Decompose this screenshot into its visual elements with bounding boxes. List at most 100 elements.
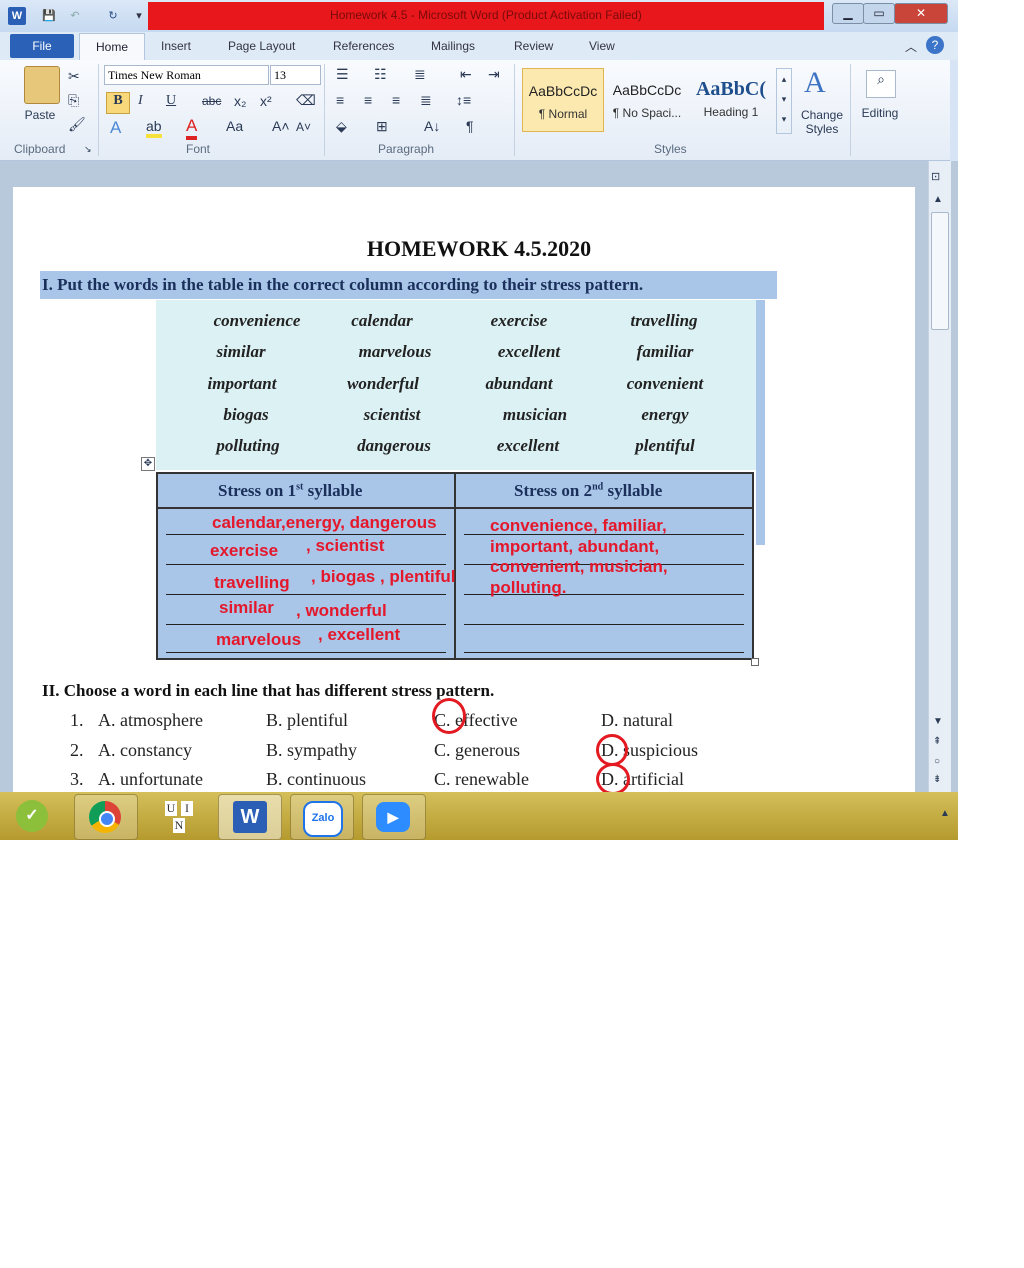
start-orb-icon[interactable]: ✓ — [16, 800, 48, 832]
unikey-letter: U — [165, 801, 177, 816]
answer-col1-line3a: travelling — [214, 573, 290, 592]
grow-font-icon[interactable]: A˄ — [272, 118, 290, 134]
word-item: scientist — [363, 405, 421, 424]
font-size-select[interactable]: 13 — [270, 65, 321, 85]
font-family-select[interactable]: Times New Roman — [104, 65, 269, 85]
answer-col1-line2b: , scientist — [306, 536, 385, 555]
word-item: important — [207, 374, 277, 393]
align-right-icon[interactable]: ≡ — [392, 92, 400, 108]
chrome-taskbar-button[interactable] — [74, 794, 138, 840]
style-normal[interactable]: AaBbCcDc ¶ Normal — [522, 68, 604, 132]
prev-page-icon[interactable]: ⇞ — [933, 736, 941, 747]
show-formatting-icon[interactable]: ¶ — [466, 118, 474, 134]
text-effects-icon[interactable]: A — [110, 118, 121, 138]
table-move-handle-icon[interactable]: ✥ — [141, 457, 155, 471]
word-item: travelling — [630, 311, 698, 330]
superscript-icon[interactable]: x² — [260, 93, 272, 109]
shading-icon[interactable]: ⬙ — [336, 118, 347, 135]
subscript-icon[interactable]: x₂ — [234, 93, 246, 109]
italic-icon[interactable]: I — [138, 93, 143, 109]
maximize-button[interactable]: ▭ — [863, 3, 895, 24]
next-page-icon[interactable]: ⇟ — [933, 774, 941, 785]
zalo-taskbar-button[interactable]: Zalo — [290, 794, 354, 840]
style-no-spacing[interactable]: AaBbCcDc ¶ No Spaci... — [606, 68, 688, 132]
style-no-spacing-preview: AaBbCcDc — [612, 82, 682, 98]
answer-col1-line4a: similar — [219, 598, 274, 617]
copy-icon[interactable]: ⎘ — [68, 92, 79, 109]
shrink-font-icon[interactable]: A˅ — [296, 120, 311, 134]
customize-qat-icon[interactable]: ▾ — [130, 7, 148, 25]
highlight-color-icon[interactable]: ab — [146, 118, 162, 138]
style-heading-1[interactable]: AaBbC( Heading 1 — [690, 68, 772, 132]
align-left-icon[interactable]: ≡ — [336, 92, 344, 108]
scrollbar-thumb[interactable] — [931, 212, 949, 330]
word-app-icon[interactable]: W — [8, 7, 26, 25]
change-case-icon[interactable]: Aa — [226, 118, 243, 134]
justify-icon[interactable]: ≣ — [420, 92, 432, 109]
editing-button[interactable]: Editing — [856, 106, 904, 120]
word-item: dangerous — [357, 436, 431, 455]
taskbar: ✓ U I N W Zalo ▶ ▲ — [0, 792, 958, 840]
option-d: D. natural — [601, 710, 673, 730]
decrease-indent-icon[interactable]: ⇤ — [460, 66, 472, 83]
word-taskbar-button[interactable]: W — [218, 794, 282, 840]
tab-references[interactable]: References — [333, 39, 394, 53]
ruler-toggle-icon[interactable]: ⊡ — [931, 170, 940, 183]
minimize-button[interactable]: ▁ — [832, 3, 864, 24]
tab-review[interactable]: Review — [514, 39, 553, 53]
browse-object-icon[interactable]: ○ — [934, 756, 940, 767]
multilevel-list-icon[interactable]: ≣ — [414, 66, 426, 83]
clear-formatting-icon[interactable]: ⌫ — [296, 92, 316, 109]
scroll-up-icon[interactable]: ▲ — [933, 194, 943, 205]
borders-icon[interactable]: ⊞ — [376, 118, 388, 135]
change-styles-button[interactable]: Change Styles — [796, 108, 848, 136]
strikethrough-icon[interactable]: abc — [202, 94, 221, 108]
undo-icon[interactable]: ↶ — [66, 7, 84, 25]
change-styles-icon[interactable]: A — [804, 66, 826, 100]
paste-icon[interactable] — [24, 66, 60, 104]
answer-col1-line2a: exercise — [210, 541, 279, 560]
tab-view[interactable]: View — [589, 39, 615, 53]
redo-icon[interactable]: ↻ — [104, 7, 122, 25]
zoom-taskbar-button[interactable]: ▶ — [362, 794, 426, 840]
option-a: A. constancy — [98, 740, 192, 760]
minimize-ribbon-icon[interactable]: ︿ — [905, 38, 917, 55]
question-number: 3. — [70, 769, 84, 789]
line-spacing-icon[interactable]: ↕≡ — [456, 92, 471, 108]
tab-insert[interactable]: Insert — [161, 39, 191, 53]
font-color-icon[interactable]: A — [186, 116, 198, 140]
format-painter-icon[interactable]: 🖌 — [68, 116, 86, 133]
cut-icon[interactable]: ✂ — [68, 68, 80, 85]
unikey-icon: U I N — [163, 801, 197, 835]
underline-icon[interactable]: U — [166, 93, 176, 109]
increase-indent-icon[interactable]: ⇥ — [488, 66, 500, 83]
tab-file[interactable]: File — [10, 34, 74, 58]
tab-home[interactable]: Home — [79, 33, 145, 61]
close-button[interactable]: ✕ — [894, 3, 948, 24]
section2-instruction: II. Choose a word in each line that has … — [42, 681, 495, 700]
word-item: marvelous — [358, 342, 432, 361]
binoculars-icon[interactable]: ⌕ — [866, 70, 896, 98]
bullets-icon[interactable]: ☰ — [336, 66, 349, 83]
answer-col2-line3: convenient, musician, — [490, 557, 668, 576]
paste-button[interactable]: Paste — [18, 108, 62, 122]
show-hidden-icons[interactable]: ▲ — [940, 808, 950, 819]
option-b: B. sympathy — [266, 740, 358, 760]
save-icon[interactable]: 💾 — [40, 7, 58, 25]
unikey-taskbar-button[interactable]: U I N — [146, 794, 210, 840]
tab-page-layout[interactable]: Page Layout — [228, 39, 295, 53]
word-item: energy — [641, 405, 689, 424]
help-icon[interactable]: ? — [926, 36, 944, 54]
option-c: C. renewable — [434, 769, 529, 789]
align-center-icon[interactable]: ≡ — [364, 92, 372, 108]
bold-icon[interactable]: B — [106, 92, 130, 114]
numbering-icon[interactable]: ☷ — [374, 66, 387, 83]
ribbon: Paste ✂ ⎘ 🖌 Clipboard ↘ Times New Roman … — [0, 60, 950, 161]
tab-mailings[interactable]: Mailings — [431, 39, 475, 53]
table-resize-handle[interactable] — [751, 658, 759, 666]
clipboard-launcher-icon[interactable]: ↘ — [84, 144, 92, 155]
styles-scroll-icon[interactable]: ▴ ▾ ▾ — [776, 68, 792, 134]
sort-icon[interactable]: A↓ — [424, 118, 440, 134]
scroll-down-icon[interactable]: ▼ — [933, 716, 943, 727]
question-number: 2. — [70, 740, 84, 760]
